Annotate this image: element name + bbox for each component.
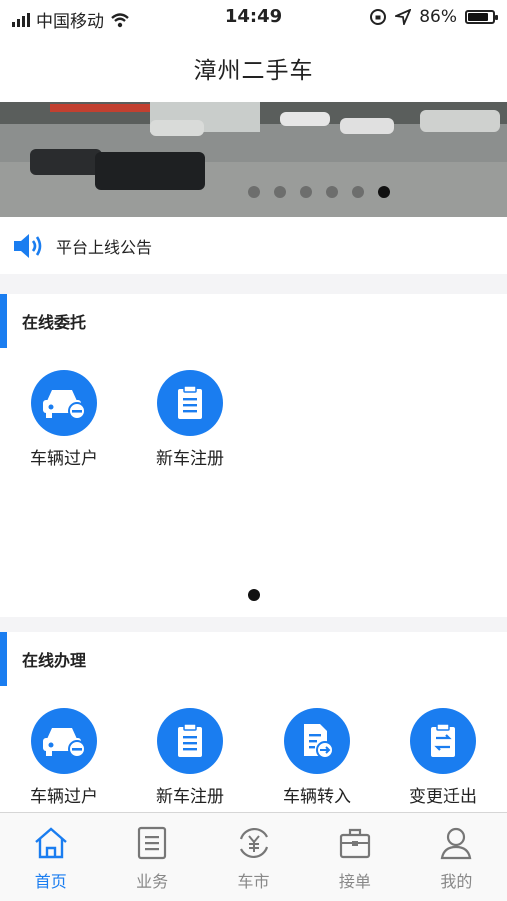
tab-business[interactable]: 业务 bbox=[101, 813, 202, 901]
handle-item-new-register[interactable]: 新车注册 bbox=[140, 708, 240, 807]
car-transfer-icon bbox=[31, 370, 97, 436]
car-transfer-icon bbox=[31, 708, 97, 774]
section-title: 在线办理 bbox=[22, 651, 87, 670]
speaker-icon bbox=[14, 233, 42, 258]
tab-market[interactable]: 车市 bbox=[203, 813, 304, 901]
banner-dot[interactable] bbox=[247, 186, 260, 198]
tile-label: 车辆转入 bbox=[283, 787, 351, 807]
section-header: 在线办理 bbox=[0, 632, 507, 686]
briefcase-icon bbox=[339, 828, 371, 859]
banner-dot[interactable] bbox=[273, 186, 286, 198]
section-online-handle: 在线办理 车辆过户 新车注册 车辆转入 变更迁出 bbox=[0, 632, 507, 812]
location-arrow-icon bbox=[395, 9, 412, 25]
banner-dot[interactable] bbox=[299, 186, 312, 198]
tab-orders[interactable]: 接单 bbox=[304, 813, 405, 901]
entrust-item-transfer[interactable]: 车辆过户 bbox=[14, 370, 114, 469]
entrust-item-new-register[interactable]: 新车注册 bbox=[140, 370, 240, 469]
banner-car-image bbox=[30, 149, 102, 175]
battery-icon bbox=[465, 10, 498, 24]
battery-percent: 86% bbox=[419, 7, 457, 27]
tab-label: 首页 bbox=[34, 872, 67, 891]
battery-fill bbox=[468, 13, 489, 21]
banner-dot-active[interactable] bbox=[377, 186, 390, 198]
banner-carousel[interactable] bbox=[0, 102, 507, 217]
section-accent-bar bbox=[0, 632, 7, 686]
tile-label: 车辆过户 bbox=[30, 449, 98, 469]
banner-dot[interactable] bbox=[351, 186, 364, 198]
tile-label: 车辆过户 bbox=[30, 787, 98, 807]
announcement-bar[interactable]: 平台上线公告 bbox=[0, 217, 507, 274]
status-bar: 中国移动 14:49 86% bbox=[0, 0, 507, 34]
tab-label: 业务 bbox=[136, 872, 169, 891]
handle-item-change-out[interactable]: 变更迁出 bbox=[393, 708, 493, 807]
tile-label: 新车注册 bbox=[156, 787, 224, 807]
section-online-entrust: 在线委托 车辆过户 新车注册 bbox=[0, 294, 507, 617]
user-icon bbox=[441, 827, 472, 860]
clipboard-exchange-icon bbox=[410, 708, 476, 774]
clipboard-icon bbox=[157, 370, 223, 436]
tab-home[interactable]: 首页 bbox=[0, 813, 101, 901]
tab-label: 车市 bbox=[237, 872, 270, 891]
orientation-lock-icon bbox=[370, 9, 387, 25]
section-page-dot[interactable] bbox=[248, 589, 260, 601]
section-header: 在线委托 bbox=[0, 294, 507, 348]
document-transfer-icon bbox=[284, 708, 350, 774]
tab-mine[interactable]: 我的 bbox=[406, 813, 507, 901]
bottom-tab-bar: 首页 业务 车市 接单 我的 bbox=[0, 812, 507, 901]
status-right: 86% bbox=[369, 7, 498, 27]
banner-truck-image bbox=[95, 152, 205, 190]
market-icon bbox=[239, 827, 268, 859]
tab-label: 我的 bbox=[440, 872, 473, 891]
tile-label: 新车注册 bbox=[156, 449, 224, 469]
section-title: 在线委托 bbox=[22, 313, 87, 332]
section-accent-bar bbox=[0, 294, 7, 348]
clipboard-icon bbox=[157, 708, 223, 774]
tile-label: 变更迁出 bbox=[409, 787, 477, 807]
banner-dot[interactable] bbox=[325, 186, 338, 198]
page-title: 漳州二手车 bbox=[193, 58, 314, 84]
nav-header: 漳州二手车 bbox=[0, 34, 507, 102]
banner-pagination[interactable] bbox=[0, 186, 507, 198]
tab-label: 接单 bbox=[338, 872, 371, 891]
handle-item-transfer[interactable]: 车辆过户 bbox=[14, 708, 114, 807]
handle-item-transfer-in[interactable]: 车辆转入 bbox=[267, 708, 367, 807]
announcement-text[interactable]: 平台上线公告 bbox=[56, 234, 152, 258]
business-icon bbox=[138, 826, 167, 860]
home-icon bbox=[34, 827, 67, 859]
